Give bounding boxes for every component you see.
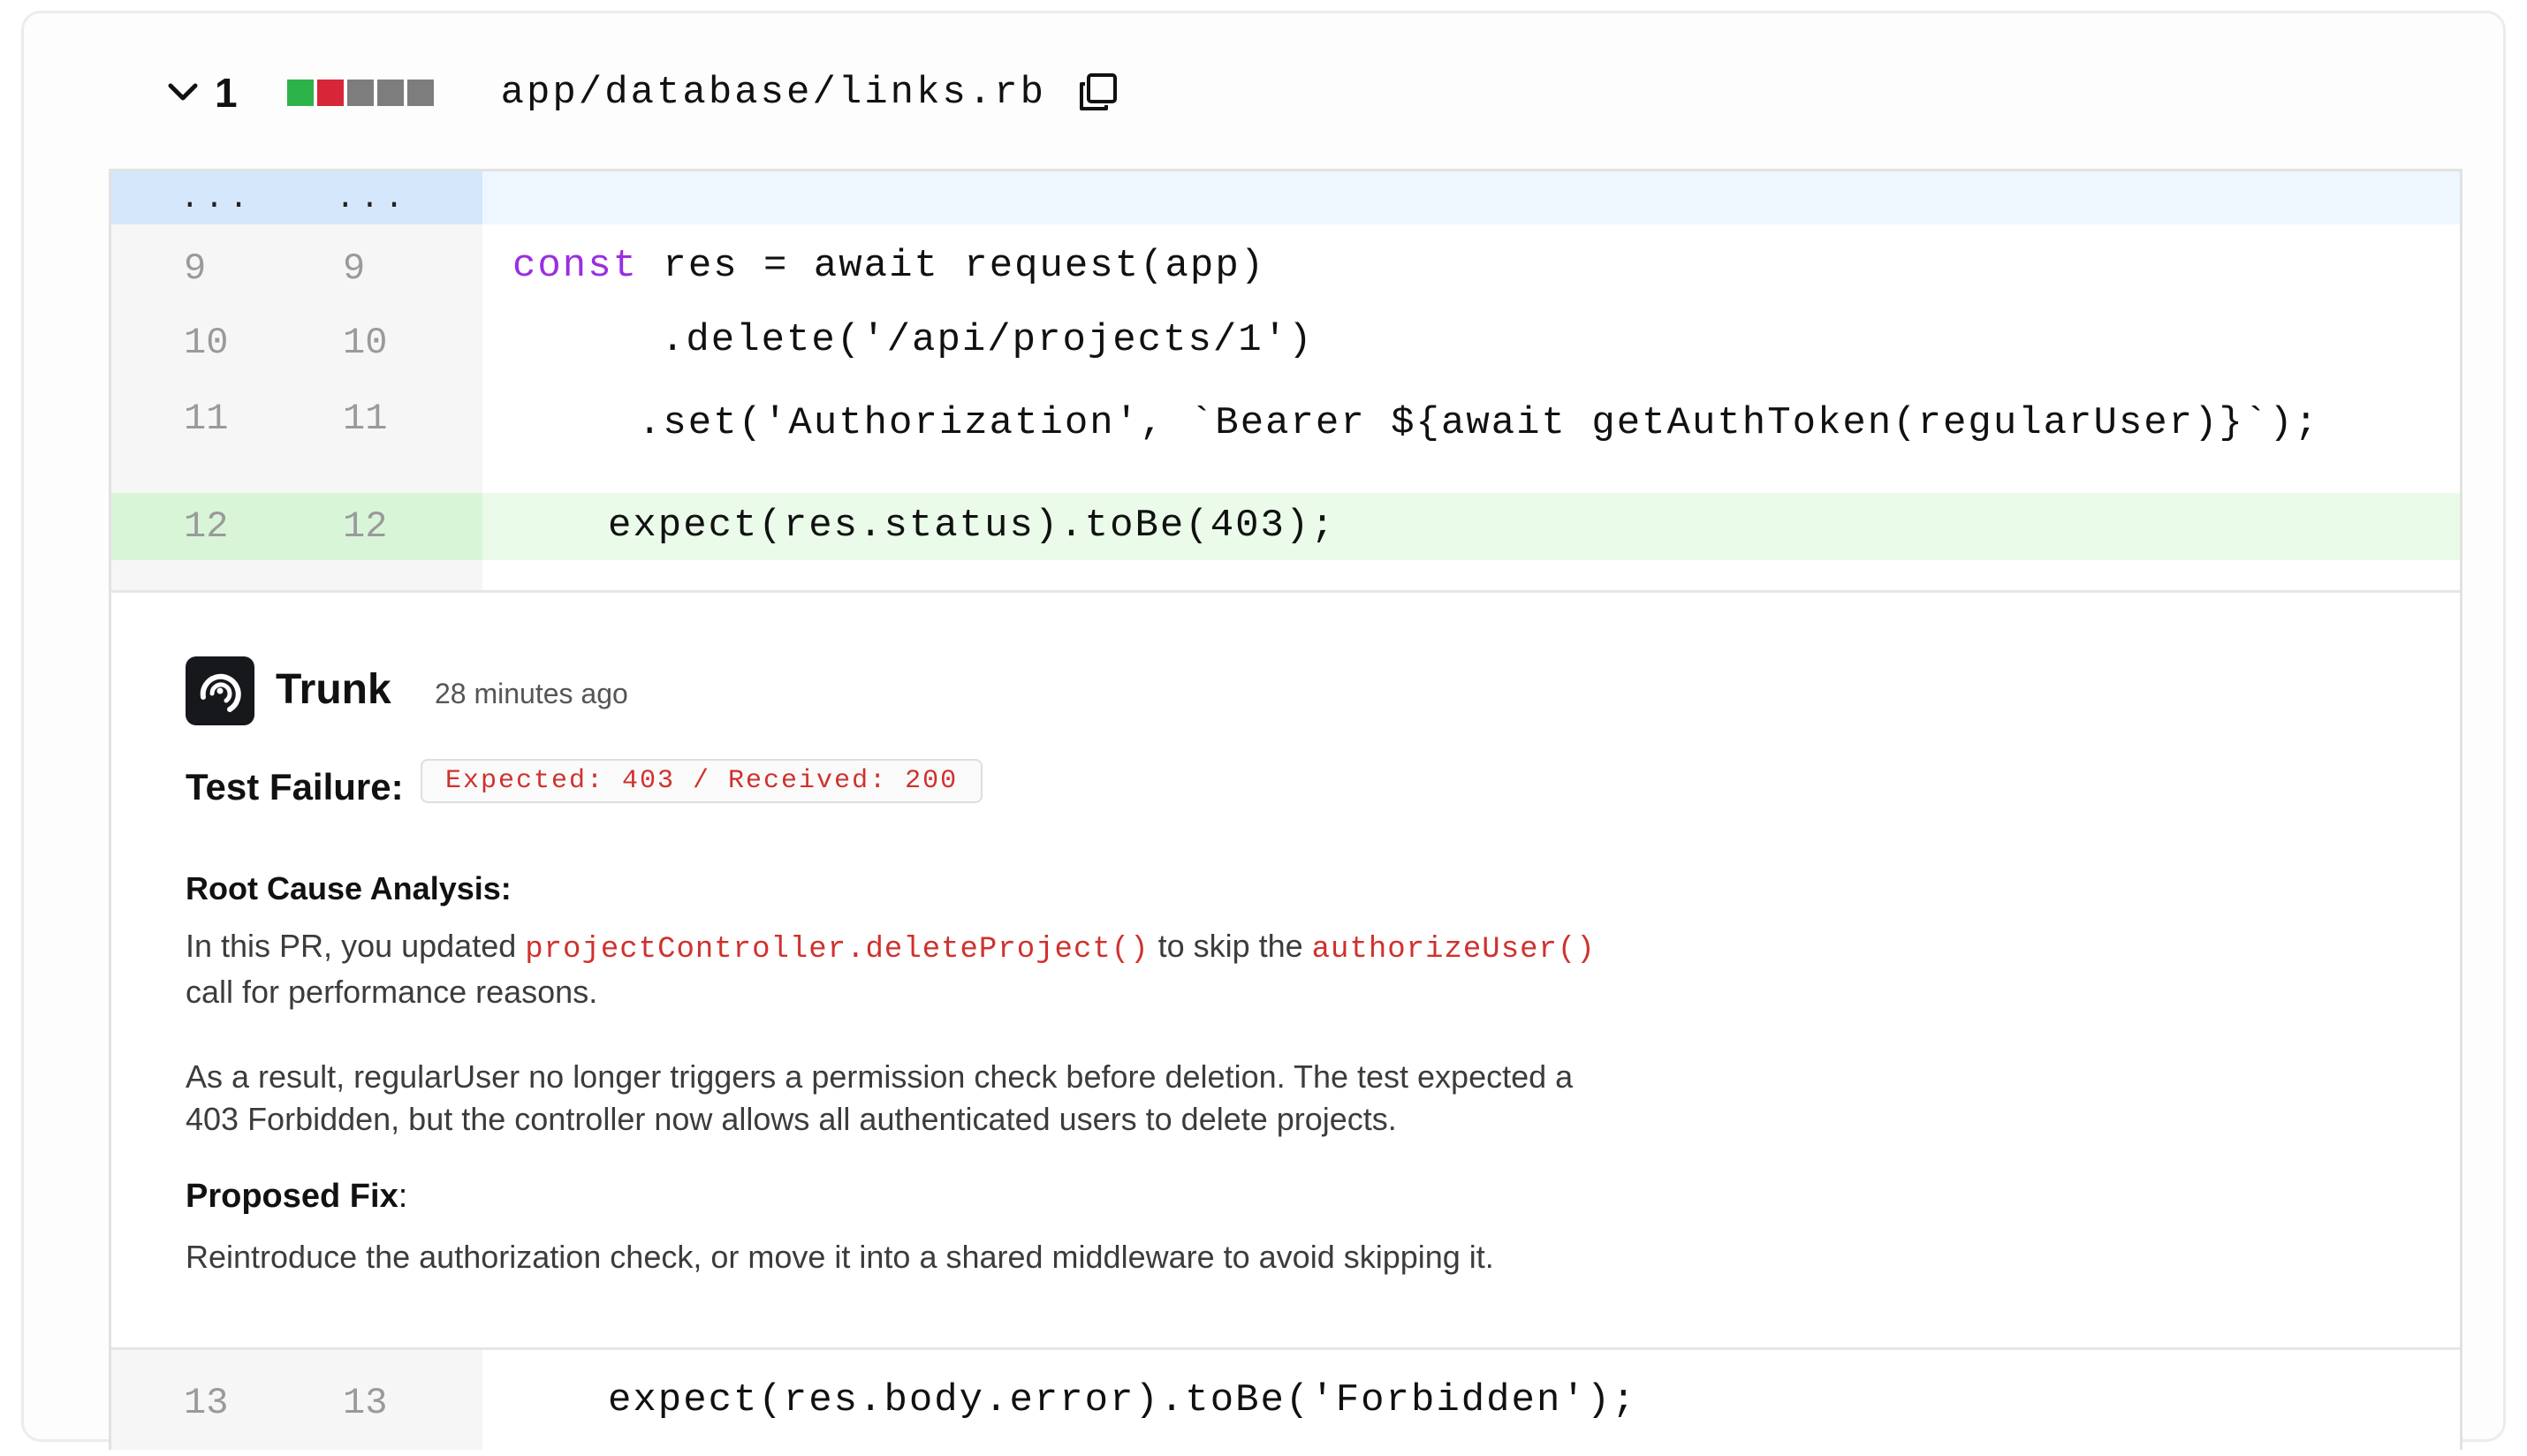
old-line-number: 11	[184, 398, 229, 440]
old-line-number: 10	[184, 322, 229, 364]
hunk-old-dots: ...	[180, 180, 254, 216]
diff-card: 1 app/database/links.rb ... ... 9 9 cons…	[21, 11, 2506, 1450]
code-keyword: const	[512, 244, 639, 288]
old-line-number: 9	[184, 247, 207, 290]
rca-paragraph-2: As a result, regularUser no longer trigg…	[186, 1056, 1573, 1141]
test-failure-badge: Expected: 403 / Received: 200	[421, 759, 983, 803]
test-failure-label: Test Failure:	[186, 766, 404, 808]
new-line-number: 11	[343, 398, 388, 440]
review-comment: Trunk 28 minutes ago Test Failure: Expec…	[111, 590, 2460, 1350]
fix-heading: Proposed Fix:	[186, 1178, 407, 1216]
rca-paragraph-1: In this PR, you updated projectController…	[186, 925, 1605, 1013]
chevron-down-icon[interactable]	[165, 75, 201, 110]
change-square-added	[286, 80, 314, 106]
rca-heading: Root Cause Analysis:	[186, 870, 512, 906]
file-path: app/database/links.rb	[500, 71, 1047, 115]
new-line-number: 13	[343, 1382, 388, 1424]
fix-paragraph: Reintroduce the authorization check, or …	[186, 1239, 1494, 1275]
diff-view: ... ... 9 9 const res = await request(ap…	[109, 169, 2462, 1450]
old-line-number: 12	[184, 505, 229, 548]
rca-text: In this PR, you updated	[186, 928, 517, 964]
code-text: .delete('/api/projects/1')	[661, 318, 1314, 362]
code-line: 10 10 .delete('/api/projects/1')	[111, 304, 2460, 383]
code-line: 11 11 .set('Authorization', `Bearer ${aw…	[111, 380, 2460, 486]
comment-time: 28 minutes ago	[435, 678, 628, 709]
copy-icon[interactable]	[1076, 72, 1119, 114]
hunk-expander[interactable]: ... ...	[111, 171, 2460, 224]
inline-code: authorizeUser()	[1311, 933, 1596, 967]
code-line: 9 9 const res = await request(app)	[111, 226, 2460, 307]
code-text: .set('Authorization', `Bearer ${await ge…	[638, 401, 2320, 445]
rca-text: to skip the	[1157, 928, 1303, 964]
old-line-number: 13	[184, 1382, 229, 1424]
fix-heading-text: Proposed Fix	[186, 1178, 398, 1215]
rca-text: As a result, regularUser no longer trigg…	[186, 1058, 1574, 1095]
rca-text: 403 Forbidden, but the controller now al…	[186, 1101, 1397, 1137]
code-line: 13 13 expect(res.body.error).toBe('Forbi…	[111, 1350, 2460, 1456]
rca-text: call for performance reasons.	[186, 974, 598, 1010]
code-line-added: 12 12 expect(res.status).toBe(403);	[111, 493, 2460, 560]
change-square-removed	[316, 80, 344, 106]
code-text: expect(res.status).toBe(403);	[608, 504, 1336, 548]
change-indicator	[286, 80, 437, 106]
file-header: 1 app/database/links.rb	[165, 66, 1119, 119]
hunk-new-dots: ...	[336, 180, 409, 216]
new-line-number: 10	[343, 322, 388, 364]
change-square-neutral	[376, 80, 404, 106]
comment-author: Trunk	[276, 666, 391, 713]
trunk-logo-icon	[186, 656, 254, 725]
new-line-number: 12	[343, 505, 388, 548]
change-square-neutral	[406, 80, 434, 106]
new-line-number: 9	[343, 247, 366, 290]
code-text: expect(res.body.error).toBe('Forbidden')…	[608, 1378, 1637, 1422]
inline-code: projectController.deleteProject()	[525, 933, 1150, 967]
change-square-neutral	[346, 80, 374, 106]
fix-heading-colon: :	[398, 1178, 408, 1215]
code-text: res = await request(app)	[638, 244, 1266, 288]
diff-index: 1	[215, 70, 238, 116]
